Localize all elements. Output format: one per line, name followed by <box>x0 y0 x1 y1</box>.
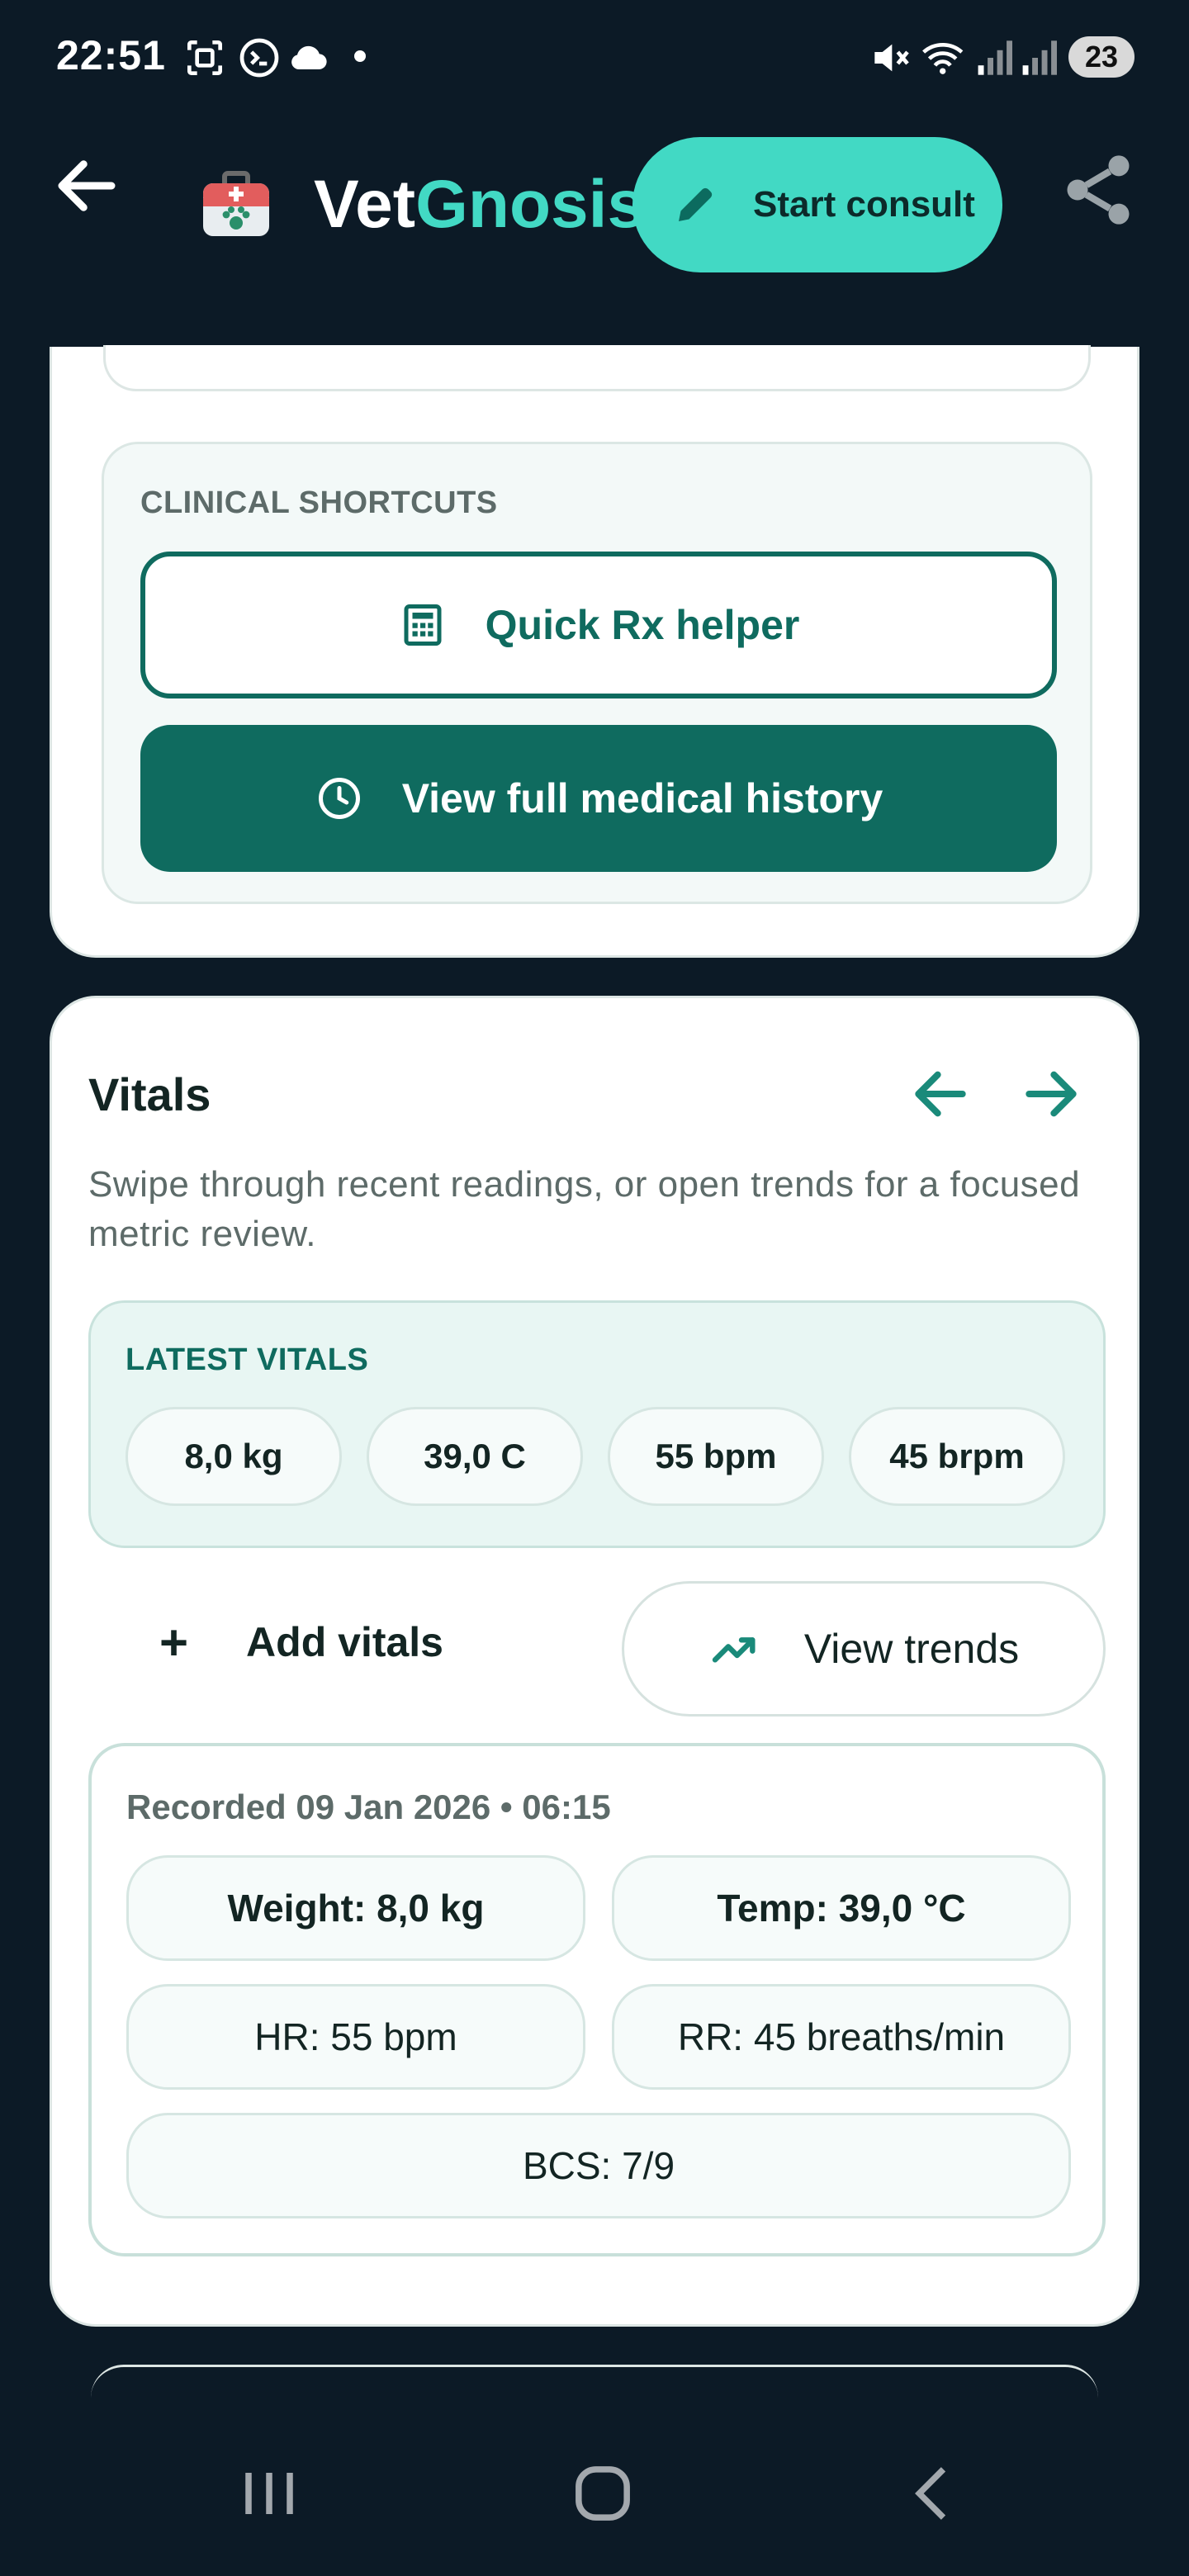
view-trends-label: View trends <box>803 1626 1020 1672</box>
back-nav-icon[interactable] <box>892 2452 974 2535</box>
signal-icon <box>978 40 1012 75</box>
recorded-vitals-panel: Recorded 09 Jan 2026 • 06:15 Weight: 8,0… <box>88 1743 1106 2256</box>
start-consult-label: Start consult <box>753 184 975 225</box>
cloud-icon <box>291 45 327 70</box>
plus-icon: + <box>159 1614 189 1670</box>
rr-reading: RR: 45 breaths/min <box>612 1984 1071 2090</box>
share-icon[interactable] <box>1057 149 1139 231</box>
home-icon[interactable] <box>561 2452 644 2535</box>
vitals-title: Vitals <box>88 1068 211 1120</box>
quick-rx-button[interactable]: Quick Rx helper <box>140 552 1057 698</box>
system-navigation-bar <box>0 2419 1189 2576</box>
clock-icon <box>318 778 360 819</box>
quick-rx-label: Quick Rx helper <box>485 602 800 648</box>
latest-temp-chip: 39,0 C <box>367 1407 583 1506</box>
recorded-timestamp: Recorded 09 Jan 2026 • 06:15 <box>126 1788 611 1826</box>
hr-reading: HR: 55 bpm <box>126 1984 585 2090</box>
latest-hr-chip: 55 bpm <box>608 1407 824 1506</box>
recent-apps-icon[interactable] <box>228 2452 310 2535</box>
back-arrow-icon[interactable] <box>50 149 124 223</box>
previous-arrow-icon[interactable] <box>907 1061 973 1127</box>
temp-reading: Temp: 39,0 °C <box>612 1855 1071 1961</box>
view-medical-history-button[interactable]: View full medical history <box>140 725 1057 872</box>
status-time: 22:51 <box>56 32 166 78</box>
status-bar: 22:51 23 <box>0 0 1189 116</box>
wifi-icon <box>922 43 964 74</box>
latest-rr-chip: 45 brpm <box>849 1407 1065 1506</box>
brand-title: VetGnosis <box>314 165 645 244</box>
terminal-icon <box>239 38 279 78</box>
weight-reading: Weight: 8,0 kg <box>126 1855 585 1961</box>
next-arrow-icon[interactable] <box>1018 1061 1084 1127</box>
trending-up-icon <box>712 1637 756 1663</box>
add-vitals-button[interactable]: + Add vitals <box>159 1593 443 1692</box>
next-section-edge <box>91 2365 1098 2400</box>
brand-prefix: Vet <box>314 167 416 242</box>
start-consult-button[interactable]: Start consult <box>632 137 1002 272</box>
bcs-reading: BCS: 7/9 <box>126 2113 1071 2218</box>
pencil-icon <box>679 187 713 221</box>
view-medical-history-label: View full medical history <box>401 775 883 822</box>
signal-icon <box>1022 40 1057 75</box>
clinical-shortcuts-caption: CLINICAL SHORTCUTS <box>140 485 498 520</box>
brand-suffix: Gnosis <box>415 167 646 242</box>
vitals-description: Swipe through recent readings, or open t… <box>88 1164 1081 1254</box>
battery-badge: 23 <box>1068 36 1135 78</box>
view-trends-button[interactable]: View trends <box>622 1581 1106 1717</box>
latest-vitals-caption: LATEST VITALS <box>126 1342 369 1377</box>
previous-section-edge <box>103 345 1091 391</box>
patient-card: CLINICAL SHORTCUTS Quick Rx helper View … <box>50 345 1139 958</box>
dot-icon <box>354 50 366 62</box>
vet-kit-logo-icon <box>203 171 269 236</box>
latest-vitals-panel: LATEST VITALS 8,0 kg 39,0 C 55 bpm 45 br… <box>88 1300 1106 1548</box>
clinical-shortcuts-panel: CLINICAL SHORTCUTS Quick Rx helper View … <box>102 442 1092 904</box>
add-vitals-label: Add vitals <box>246 1619 443 1665</box>
vitals-card: Vitals Swipe through recent readings, or… <box>50 996 1139 2327</box>
latest-weight-chip: 8,0 kg <box>126 1407 342 1506</box>
screenshot-icon <box>187 40 222 75</box>
calculator-icon <box>404 604 442 646</box>
mute-icon <box>874 44 909 72</box>
